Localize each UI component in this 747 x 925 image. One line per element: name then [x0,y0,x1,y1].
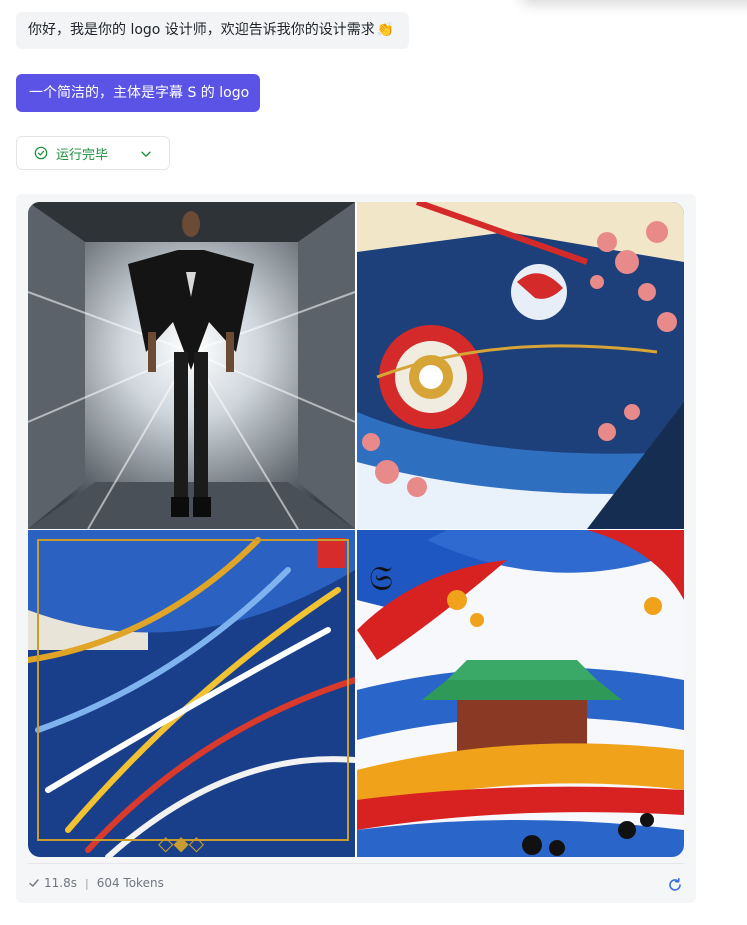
generated-image-4[interactable]: 𝔖 [357,530,684,857]
run-status-label: 运行完毕 [56,147,109,163]
user-message: 一个简洁的，主体是字幕 S 的 logo [16,74,260,112]
result-card: ◇◆◇ 𝔖 11.8s | 604 Tokens [16,194,696,903]
generated-image-3[interactable]: ◇◆◇ [28,530,355,857]
duration-text: 11.8s [44,876,77,890]
meta-separator: | [84,876,89,890]
token-count-text: 604 Tokens [96,876,164,890]
svg-text:𝔖: 𝔖 [369,559,393,599]
chevron-down-icon [141,151,151,157]
svg-text:◇◆◇: ◇◆◇ [158,831,205,855]
footer-divider [28,863,684,864]
check-circle-icon [34,146,48,160]
clapping-hands-icon: 👏 [376,22,395,38]
generated-image-1[interactable] [28,202,355,529]
refresh-icon[interactable] [667,877,683,893]
result-meta: 11.8s | 604 Tokens [28,874,164,892]
run-status-dropdown[interactable]: 运行完毕 [16,136,170,170]
assistant-message-text: 你好，我是你的 logo 设计师，欢迎告诉我你的设计需求 [28,22,375,38]
generated-image-2[interactable] [357,202,684,529]
check-icon [29,879,39,887]
user-message-text: 一个简洁的，主体是字幕 S 的 logo [29,85,250,101]
image-grid: ◇◆◇ 𝔖 [28,202,684,857]
assistant-message: 你好，我是你的 logo 设计师，欢迎告诉我你的设计需求 👏 [16,12,409,49]
